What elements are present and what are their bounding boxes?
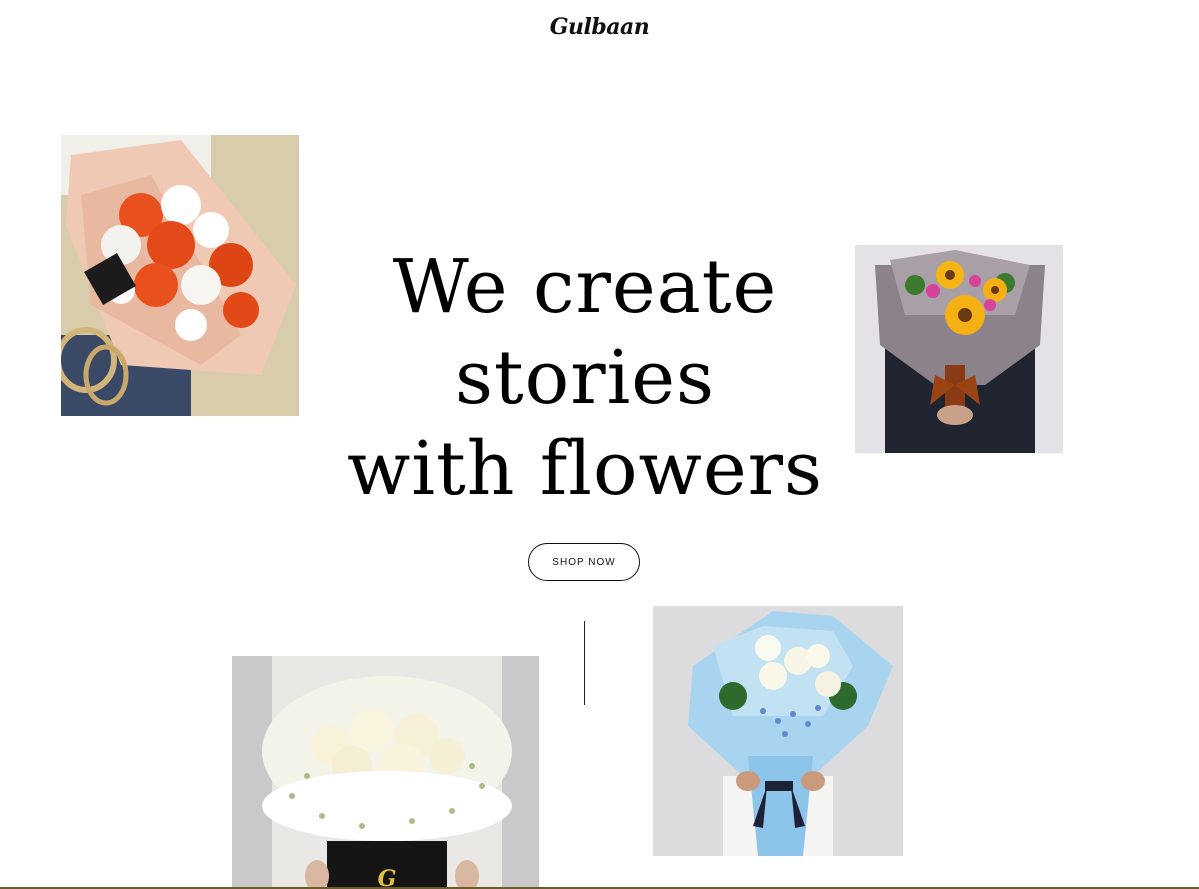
vertical-divider xyxy=(584,621,585,705)
bouquet-photo-blue-wrap xyxy=(653,606,903,856)
hero-heading-line-3: with flowers xyxy=(346,426,824,512)
bouquet-photo-sunflower xyxy=(855,245,1063,453)
bouquet-photo-white-roses-box: G xyxy=(232,656,539,889)
hero-heading-line-2: stories xyxy=(454,335,716,421)
bouquet-photo-orange-gerbera xyxy=(61,135,299,416)
hero-heading: We create stories with flowers xyxy=(300,242,870,515)
shop-now-button[interactable]: SHOP NOW xyxy=(528,543,640,581)
svg-text:G: G xyxy=(378,866,397,889)
hero-heading-line-1: We create xyxy=(392,244,778,330)
brand-logo[interactable]: Gulbaan xyxy=(0,14,1199,40)
